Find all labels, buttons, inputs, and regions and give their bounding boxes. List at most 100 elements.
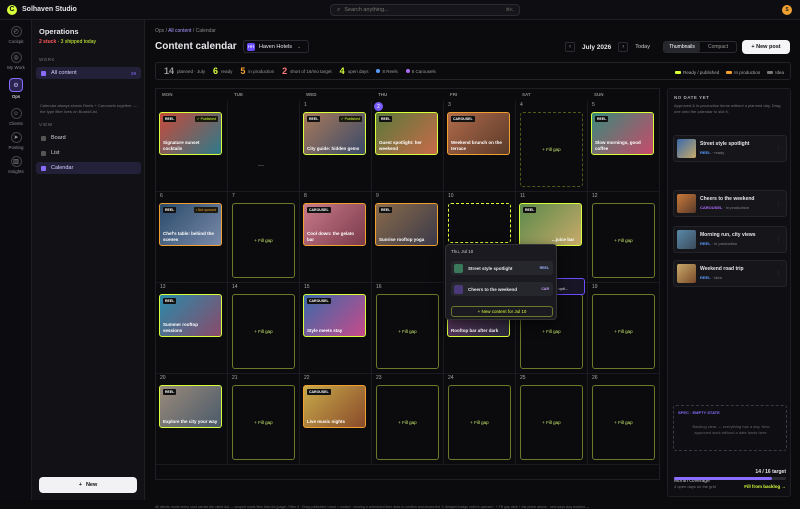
day-cell[interactable]: 5 REEL Slow mornings, good coffee <box>588 101 660 192</box>
breadcrumb: Ops / All content / Calendar <box>155 28 216 34</box>
fill-gap-button[interactable]: + Fill gap <box>592 294 655 369</box>
crumb-ops[interactable]: Ops <box>155 28 164 34</box>
backlog-item[interactable]: Morning run, city views REEL · in product… <box>673 226 787 253</box>
day-cell[interactable]: 7 + Fill gap <box>228 192 300 283</box>
fill-gap-button[interactable]: + Fill gap <box>232 294 295 369</box>
day-cell[interactable]: 25 + Fill gap <box>516 374 588 465</box>
search-input[interactable]: ⌕ Search anything... ⌘K <box>330 4 520 16</box>
drag-handle-icon: ⋮ <box>776 146 781 152</box>
short-count: 2 <box>282 66 288 76</box>
compact-toggle[interactable]: Compact <box>700 42 736 52</box>
post-card[interactable]: REEL Explore the city your way <box>159 385 222 428</box>
posting-icon: ➤ <box>10 132 22 143</box>
today-marker: 2 <box>374 102 383 111</box>
post-card[interactable]: CAROUSEL Weekend brunch on the terrace <box>447 112 510 155</box>
day-cell[interactable]: 24 + Fill gap <box>444 374 516 465</box>
post-card[interactable]: CAROUSEL Style meets stay <box>303 294 366 337</box>
day-cell[interactable]: 9 REEL Sunrise rooftop yoga <box>372 192 444 283</box>
fill-gap-button[interactable]: + Fill gap <box>520 385 583 460</box>
rail-insights[interactable]: ▥ Insights <box>2 156 30 174</box>
post-card[interactable]: REEL ...juice bar <box>519 203 582 246</box>
month-nav: ‹ July 2026 › Today <box>565 41 650 53</box>
sidebar-item-calendar[interactable]: Calendar <box>36 162 141 174</box>
day-cell[interactable]: 19 + Fill gap <box>588 283 660 374</box>
prev-month-button[interactable]: ‹ <box>565 42 575 52</box>
day-cell[interactable]: 6 REEL • Not queued Chef's table: behind t… <box>156 192 228 283</box>
fill-gap-button[interactable]: + Fill gap <box>232 203 295 278</box>
user-avatar[interactable]: S <box>782 5 792 15</box>
day-cell[interactable]: 4 + Fill gap <box>516 101 588 192</box>
day-cell[interactable]: 20 REEL Explore the city your way <box>156 374 228 465</box>
post-card[interactable]: REEL • Not queued Chef's table: behind the… <box>159 203 222 246</box>
fill-gap-button[interactable]: + Fill gap <box>592 203 655 278</box>
day-cell[interactable]: 26 + Fill gap <box>588 374 660 465</box>
day-cell[interactable]: 8 CAROUSEL Cool down: the gelato bar <box>300 192 372 283</box>
popover-date: Thu, Jul 10 <box>451 249 474 254</box>
drag-handle-icon: ⋮ <box>776 237 781 243</box>
carousels-count: 6 Carousels <box>411 68 436 74</box>
backlog-item[interactable]: Street style spotlight REEL · ready ⋮ <box>673 135 787 162</box>
day-cell[interactable]: 22 CAROUSEL Live music nights <box>300 374 372 465</box>
day-cell[interactable]: 21 + Fill gap <box>228 374 300 465</box>
sidebar-item-list[interactable]: List <box>36 147 141 159</box>
day-cell[interactable]: REEL ✓ Published Signature sunset cocktail… <box>156 101 228 192</box>
post-card[interactable]: REEL ✓ Published Signature sunset cocktail… <box>159 112 222 155</box>
insights-icon: ▥ <box>10 156 22 167</box>
new-button[interactable]: + New <box>39 477 137 493</box>
post-card[interactable]: REEL ✓ Published City guide: hidden gems <box>303 112 366 155</box>
section-view: VIEW <box>39 122 53 127</box>
fill-gap-button[interactable]: + Fill gap <box>376 385 439 460</box>
fill-gap-button[interactable]: + Fill gap <box>376 294 439 369</box>
fill-gap-button[interactable]: + Fill gap <box>520 112 583 187</box>
day-cell[interactable]: 13 REEL Summer rooftop sessions <box>156 283 228 374</box>
sidebar-stats: 2 stuck · 3 shipped today <box>39 39 96 45</box>
logo: C <box>7 4 17 15</box>
post-card[interactable]: REEL Summer rooftop sessions <box>159 294 222 337</box>
day-cell[interactable]: 3 CAROUSEL Weekend brunch on the terrace <box>444 101 516 192</box>
today-button[interactable]: Today <box>635 44 650 50</box>
next-month-button[interactable]: › <box>618 42 629 52</box>
rail-posting[interactable]: ➤ Posting <box>2 132 30 150</box>
thumbnail <box>677 264 696 283</box>
popover-item[interactable]: Cheers to the weekend CAR <box>451 282 553 296</box>
sidebar-item-board[interactable]: Board <box>36 132 141 144</box>
day-cell[interactable]: 1 REEL ✓ Published City guide: hidden gems <box>300 101 372 192</box>
rail-my-work[interactable]: ◎ My Work <box>2 52 30 70</box>
fill-gap-button[interactable]: + Fill gap <box>448 385 511 460</box>
client-selector[interactable]: HH Haven Hotels ⌄ <box>243 40 309 53</box>
post-card[interactable]: REEL Sunrise rooftop yoga <box>375 203 438 246</box>
rail-ops[interactable]: ⚙ Ops <box>2 78 30 99</box>
day-cell[interactable]: 12 + Fill gap <box>588 192 660 283</box>
crumb-all-content[interactable]: All content <box>168 28 191 34</box>
fill-from-backlog-button[interactable]: Fill from backlog → <box>744 484 786 489</box>
day-cell[interactable]: 15 CAROUSEL Style meets stay <box>300 283 372 374</box>
board-icon <box>41 135 46 141</box>
sidebar-description: Calendar always shows Reels + Carousels … <box>40 103 137 114</box>
post-card[interactable]: CAROUSEL Live music nights <box>303 385 366 428</box>
day-cell[interactable]: 14 + Fill gap <box>228 283 300 374</box>
fill-gap-button[interactable]: + Fill gap <box>592 385 655 460</box>
day-cell[interactable]: 2 REEL Guest spotlight: her weekend <box>372 101 444 192</box>
rail-cockpit[interactable]: ◴ Cockpit <box>2 26 30 44</box>
grid-icon <box>41 70 46 76</box>
popover-item[interactable]: Street style spotlight REEL <box>451 261 553 275</box>
backlog-item[interactable]: Weekend road trip REEL · idea ⋮ <box>673 260 787 287</box>
selected-gap[interactable] <box>448 203 511 243</box>
production-count: 5 <box>240 66 246 76</box>
post-card[interactable]: REEL Guest spotlight: her weekend <box>375 112 438 155</box>
post-card[interactable]: CAROUSEL Cool down: the gelato bar <box>303 203 366 246</box>
thumbnails-toggle[interactable]: Thumbnails <box>664 42 700 52</box>
plus-icon: + <box>78 482 82 488</box>
sidebar-item-all-content[interactable]: All content 29 <box>36 67 141 79</box>
day-cell[interactable]: 16 + Fill gap <box>372 283 444 374</box>
new-content-button[interactable]: + New content for Jul 10 <box>451 306 553 317</box>
new-post-button[interactable]: + New post <box>742 40 790 54</box>
status-legend: Ready / published In production Idea <box>668 63 784 81</box>
backlog-item[interactable]: Cheers to the weekend CAROUSEL · in produ… <box>673 190 787 217</box>
month-label: July 2026 <box>582 43 612 51</box>
fill-gap-button[interactable]: + Fill gap <box>232 385 295 460</box>
ops-icon: ⚙ <box>9 78 23 92</box>
rail-clients[interactable]: ☺ Clients <box>2 108 30 126</box>
day-cell[interactable]: 23 + Fill gap <box>372 374 444 465</box>
post-card[interactable]: REEL Slow mornings, good coffee <box>591 112 654 155</box>
